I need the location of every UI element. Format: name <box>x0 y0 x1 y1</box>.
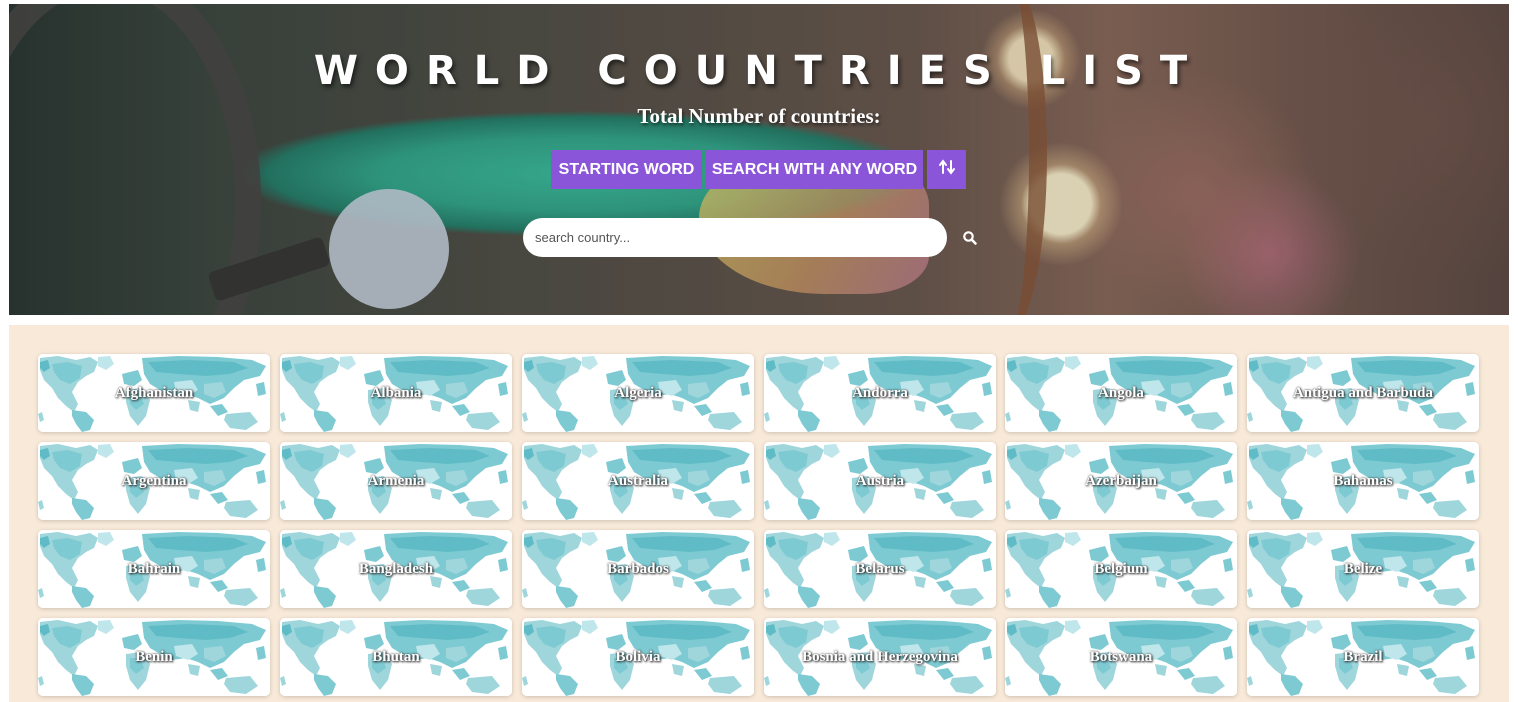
sort-button[interactable] <box>927 150 966 189</box>
sort-arrows-icon <box>938 158 956 181</box>
country-name: Algeria <box>614 384 662 401</box>
search-any-word-button[interactable]: SEARCH WITH ANY WORD <box>706 150 923 189</box>
country-card[interactable]: Bolivia <box>522 618 754 696</box>
starting-word-button[interactable]: STARTING WORD <box>551 150 702 189</box>
country-card[interactable]: Bahrain <box>38 530 270 608</box>
country-card[interactable]: Botswana <box>1005 618 1237 696</box>
country-name: Bhutan <box>372 648 420 665</box>
country-name: Belarus <box>855 560 905 577</box>
country-name: Bolivia <box>615 648 661 665</box>
country-card[interactable]: Belgium <box>1005 530 1237 608</box>
country-name: Barbados <box>607 560 669 577</box>
country-name: Bahamas <box>1333 472 1393 489</box>
country-name: Austria <box>855 472 905 489</box>
country-card[interactable]: Azerbaijan <box>1005 442 1237 520</box>
country-card[interactable]: Antigua and Barbuda <box>1247 354 1479 432</box>
country-name: Albania <box>370 384 422 401</box>
countries-grid: Afghanistan Albania Algeria Andorra Angola An… <box>9 325 1509 702</box>
country-card[interactable]: Afghanistan <box>38 354 270 432</box>
country-card[interactable]: Argentina <box>38 442 270 520</box>
country-card[interactable]: Bhutan <box>280 618 512 696</box>
country-name: Antigua and Barbuda <box>1292 384 1434 401</box>
country-card[interactable]: Brazil <box>1247 618 1479 696</box>
country-card[interactable]: Barbados <box>522 530 754 608</box>
country-name: Benin <box>135 648 173 665</box>
country-card[interactable]: Benin <box>38 618 270 696</box>
country-name: Brazil <box>1343 648 1383 665</box>
country-card[interactable]: Austria <box>764 442 996 520</box>
country-card[interactable]: Armenia <box>280 442 512 520</box>
search-input[interactable] <box>523 218 947 257</box>
country-name: Angola <box>1098 384 1144 401</box>
search-icon <box>957 231 983 254</box>
page-title: WORLD COUNTRIES LIST <box>313 48 1205 94</box>
country-name: Bosnia and Herzegovina <box>802 648 958 665</box>
country-name: Botswana <box>1089 648 1153 665</box>
country-name: Belize <box>1343 560 1383 577</box>
country-card[interactable]: Albania <box>280 354 512 432</box>
country-card[interactable]: Bangladesh <box>280 530 512 608</box>
country-card[interactable]: Algeria <box>522 354 754 432</box>
country-name: Bangladesh <box>358 560 434 577</box>
country-card[interactable]: Bahamas <box>1247 442 1479 520</box>
search-button[interactable] <box>957 225 983 251</box>
country-card[interactable]: Andorra <box>764 354 996 432</box>
country-card[interactable]: Bosnia and Herzegovina <box>764 618 996 696</box>
country-card[interactable]: Angola <box>1005 354 1237 432</box>
country-name: Belgium <box>1094 560 1148 577</box>
country-card[interactable]: Belarus <box>764 530 996 608</box>
country-name: Australia <box>608 472 668 489</box>
country-card[interactable]: Australia <box>522 442 754 520</box>
country-name: Andorra <box>852 384 908 401</box>
country-name: Bahrain <box>127 560 181 577</box>
country-name: Azerbaijan <box>1085 472 1157 489</box>
country-card[interactable]: Belize <box>1247 530 1479 608</box>
country-name: Afghanistan <box>114 384 194 401</box>
total-countries-label: Total Number of countries: <box>637 104 881 128</box>
country-name: Armenia <box>367 472 425 489</box>
country-name: Argentina <box>121 472 187 489</box>
hero-banner: WORLD COUNTRIES LIST Total Number of cou… <box>9 4 1509 315</box>
